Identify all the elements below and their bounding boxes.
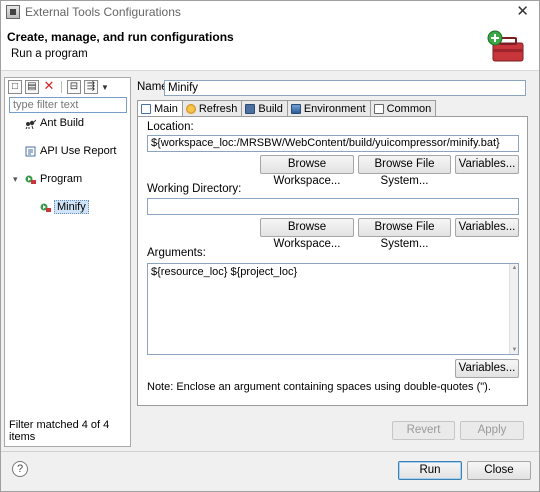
tree-item-api-use-report[interactable]: API Use Report: [9, 144, 129, 158]
main-tab-panel: Location: ${workspace_loc:/MRSBW/WebCont…: [137, 116, 528, 406]
window-title: External Tools Configurations: [25, 5, 181, 19]
location-label: Location:: [147, 121, 194, 133]
api-report-icon: [25, 146, 36, 157]
tab-build[interactable]: Build: [241, 100, 288, 116]
quote-note: Note: Enclose an argument containing spa…: [147, 381, 491, 393]
tab-common[interactable]: Common: [369, 100, 437, 116]
tree-item-ant-build[interactable]: Ant Build: [9, 116, 129, 130]
working-directory-field[interactable]: [147, 198, 519, 215]
title-bar[interactable]: External Tools Configurations ✕: [1, 1, 539, 23]
arguments-label: Arguments:: [147, 247, 206, 259]
run-button[interactable]: Run: [398, 461, 462, 480]
revert-button[interactable]: Revert: [392, 421, 455, 440]
filter-input[interactable]: type filter text: [9, 97, 127, 113]
config-tree: Ant Build API Use Report ▾ Program Minif…: [9, 116, 129, 214]
app-icon: [6, 5, 20, 19]
dialog-window: External Tools Configurations ✕ Create, …: [0, 0, 540, 492]
tab-main[interactable]: Main: [137, 100, 183, 117]
expand-chevron-icon[interactable]: ▾: [13, 172, 23, 186]
ant-icon: [25, 118, 37, 130]
help-icon[interactable]: ?: [12, 461, 28, 477]
environment-icon: [290, 103, 301, 114]
working-directory-label: Working Directory:: [147, 183, 242, 195]
tree-item-label: Ant Build: [40, 117, 85, 129]
location-field[interactable]: ${workspace_loc:/MRSBW/WebContent/build/…: [147, 135, 519, 152]
toolbox-icon: [487, 30, 524, 62]
tab-environment[interactable]: Environment: [286, 100, 371, 116]
dialog-header: Create, manage, and run configurations R…: [1, 23, 539, 71]
filter-icon[interactable]: ⇶: [84, 80, 98, 94]
common-icon: [373, 103, 384, 114]
duplicate-config-icon[interactable]: ▤: [25, 80, 39, 94]
tree-item-label: Minify: [54, 200, 89, 214]
collapse-all-icon[interactable]: ⊟: [67, 80, 81, 94]
config-tabs: Main Refresh Build Environment Common: [137, 100, 437, 117]
config-toolbar: □ ▤ ✕ ⊟ ⇶ ▼: [5, 78, 130, 96]
filter-menu-chevron-icon[interactable]: ▼: [101, 83, 109, 92]
header-title: Create, manage, and run configurations: [7, 30, 234, 44]
close-button[interactable]: Close: [467, 461, 531, 480]
apply-button[interactable]: Apply: [460, 421, 524, 440]
arguments-variables-button[interactable]: Variables...: [455, 359, 519, 378]
location-variables-button[interactable]: Variables...: [455, 155, 519, 174]
new-config-icon[interactable]: □: [8, 80, 22, 94]
build-icon: [245, 103, 256, 114]
browse-workspace-button[interactable]: Browse Workspace...: [260, 155, 354, 187]
workdir-variables-button[interactable]: Variables...: [455, 218, 519, 237]
config-tree-panel: □ ▤ ✕ ⊟ ⇶ ▼ type filter text Ant Build A…: [4, 77, 131, 447]
toolbar-separator: [61, 81, 62, 93]
name-input[interactable]: Minify: [164, 80, 526, 96]
refresh-icon: [185, 103, 196, 114]
program-icon: [25, 174, 36, 185]
tree-item-label: API Use Report: [40, 145, 117, 157]
tab-refresh[interactable]: Refresh: [181, 100, 243, 116]
tree-item-minify[interactable]: Minify: [9, 200, 129, 214]
arguments-textarea[interactable]: ${resource_loc} ${project_loc} ▲ ▼: [147, 263, 519, 355]
workdir-browse-workspace-button[interactable]: Browse Workspace...: [260, 218, 354, 250]
browse-file-system-button[interactable]: Browse File System...: [358, 155, 451, 187]
delete-config-icon[interactable]: ✕: [42, 79, 56, 94]
tab-label: Environment: [303, 102, 366, 115]
footer-divider: [1, 451, 539, 452]
arguments-scrollbar[interactable]: ▲ ▼: [509, 264, 518, 354]
tree-item-program[interactable]: ▾ Program: [9, 172, 129, 186]
tree-item-label: Program: [40, 173, 83, 185]
arguments-text: ${resource_loc} ${project_loc}: [151, 266, 298, 278]
main-tab-icon: [141, 104, 151, 114]
tab-label: Common: [386, 102, 432, 115]
tab-label: Build: [258, 102, 283, 115]
workdir-browse-file-system-button[interactable]: Browse File System...: [358, 218, 451, 250]
scroll-up-icon[interactable]: ▲: [511, 265, 518, 271]
close-window-icon[interactable]: ✕: [516, 3, 529, 21]
tab-label: Main: [154, 103, 178, 115]
tab-label: Refresh: [198, 102, 238, 115]
header-subtitle: Run a program: [11, 48, 88, 60]
scroll-down-icon[interactable]: ▼: [511, 347, 518, 353]
program-config-icon: [40, 202, 51, 213]
filter-status: Filter matched 4 of 4 items: [9, 419, 110, 443]
